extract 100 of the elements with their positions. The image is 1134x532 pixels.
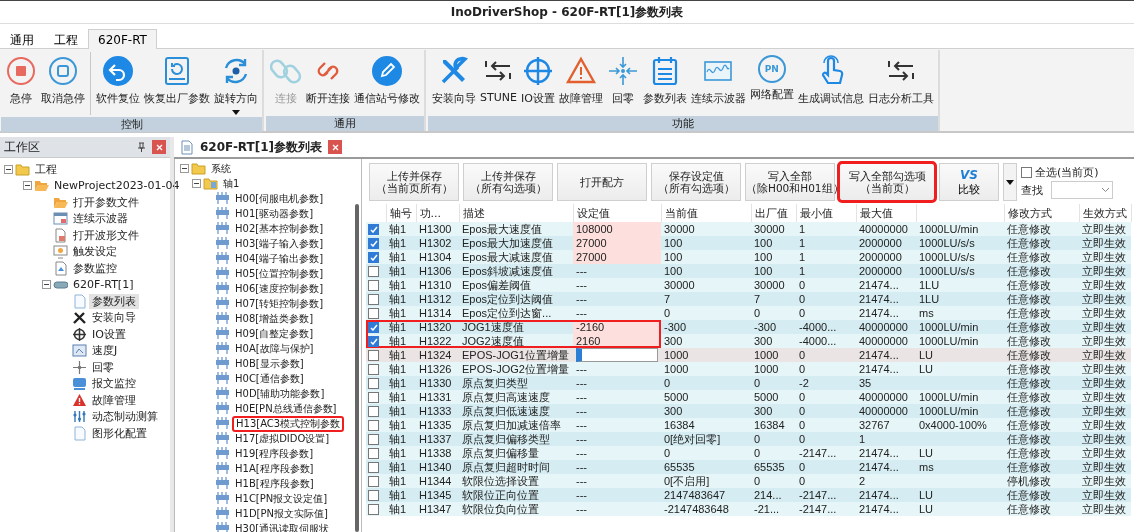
column-header[interactable]: 当前值 [661,204,751,222]
tree-item[interactable]: 报文监控 [89,376,139,392]
tree-item[interactable]: H05[位置控制参数] [232,266,327,281]
tree-item[interactable]: 620F-RT[1] [70,277,137,293]
tree-item[interactable]: 连续示波器 [70,211,131,227]
ribbon-button[interactable]: 断开连接 [304,52,352,114]
compare-button[interactable]: VS 比较 [939,163,999,201]
column-header[interactable]: 出厂值 [751,204,796,222]
checkbox[interactable] [1021,167,1032,178]
ribbon-button[interactable]: 故障管理 [556,52,605,114]
column-header[interactable]: 最大值 [856,204,916,222]
checkbox[interactable] [368,307,379,319]
tree-item[interactable]: H07[转矩控制参数] [232,296,327,311]
toolbar-button[interactable]: 写入全部勾选项 （当前页） [839,163,935,201]
toolbar-button[interactable]: 上传并保存 （所有勾选项） [463,163,553,201]
tree-item[interactable]: H1C[PN报文设定值] [232,491,331,506]
tree-item[interactable]: H17[虚拟DIDO设置] [232,431,333,446]
tree-item[interactable]: 动态制动测算 [89,409,161,425]
tree-item[interactable]: 参数列表 [89,293,139,309]
tree-item[interactable]: H03[端子输入参数] [232,236,327,251]
ribbon-button[interactable]: IO设置 [518,52,557,114]
tree-item[interactable]: 回零 [89,359,117,375]
checkbox[interactable] [368,503,379,515]
checkbox[interactable] [368,447,379,459]
checkbox[interactable] [368,237,379,249]
ribbon-button[interactable]: PN 网络配置 [747,52,796,114]
toolbar-button[interactable]: 打开配方 [557,163,647,201]
tree-item[interactable]: H1A[程序段参数] [232,461,317,476]
column-header[interactable]: 最小值 [796,204,856,222]
column-header[interactable]: 描述 [459,204,573,222]
tree-item[interactable]: H0E[PN总线通信参数] [232,401,340,416]
tree-item[interactable]: NewProject2023-01-04 [51,178,183,194]
tree-item[interactable]: 触发设定 [70,244,120,260]
ribbon-button[interactable]: STUNE [478,52,519,114]
tree-item[interactable]: H1B[程序段参数] [232,476,317,491]
tree-item[interactable]: H13[AC3模式控制参数 [232,415,345,432]
checkbox[interactable] [368,363,379,375]
checkbox[interactable] [368,391,379,403]
checkbox[interactable] [368,279,379,291]
tree-item[interactable]: 工程 [32,161,60,177]
close-button[interactable] [328,140,343,154]
checkbox[interactable] [368,321,379,333]
ribbon-tab[interactable]: 620F-RT [88,29,157,49]
tree-item[interactable]: IO设置 [89,326,129,342]
tree-item[interactable]: H0C[通信参数] [232,371,307,386]
checkbox[interactable] [368,433,379,445]
tree-item[interactable]: 轴1 [220,176,243,191]
checkbox[interactable] [368,223,379,235]
ribbon-button[interactable]: 恢复出厂参数 [142,52,212,115]
column-header[interactable]: 设定值 [573,204,661,222]
ribbon-button[interactable]: 旋转方向 [212,52,260,115]
close-button[interactable] [152,140,166,154]
column-header[interactable]: 功... [416,204,459,222]
checkbox[interactable] [368,265,379,277]
checkbox[interactable] [368,461,379,473]
ribbon-button[interactable]: 软件复位 [94,52,142,115]
tree-item[interactable]: H19[程序段参数] [232,446,317,461]
toolbar-button[interactable]: 上传并保存 （当前页所有） [369,163,459,201]
ribbon-button[interactable]: 日志分析工具 [865,52,936,114]
ribbon-button[interactable]: 急停 [3,52,39,115]
ribbon-button[interactable]: 参数列表 [640,52,689,114]
ribbon-button[interactable]: 连续示波器 [688,52,748,114]
checkbox[interactable] [368,251,379,263]
document-tab[interactable]: 620F-RT[1]参数列表 [200,138,323,156]
tree-item[interactable]: H01[驱动器参数] [232,206,317,221]
tree-item[interactable]: H06[速度控制参数] [232,281,327,296]
tree-item[interactable]: H02[基本控制参数] [232,221,327,236]
dropdown-button[interactable] [1003,163,1017,201]
tree-item[interactable]: 故障管理 [89,392,139,408]
checkbox[interactable] [368,293,379,305]
tree-item[interactable]: H09[自整定参数] [232,326,317,341]
tree-item[interactable]: 图形化配置 [89,425,150,441]
ribbon-button[interactable]: 回零 [604,52,641,114]
tree-item[interactable]: H0A[故障与保护] [232,341,317,356]
ribbon-button[interactable]: 取消急停 [39,52,87,115]
ribbon-tab[interactable]: 工程 [44,29,88,48]
checkbox[interactable] [368,377,379,389]
column-header[interactable]: 轴号 [386,204,416,222]
tree-item[interactable]: 速度J [89,343,121,359]
column-header[interactable]: 修改方式 [1004,204,1079,222]
checkbox[interactable] [368,475,379,487]
ribbon-button[interactable]: 安装向导 [430,52,478,114]
tree-item[interactable]: H0B[显示参数] [232,356,307,371]
tree-item[interactable]: H08[增益类参数] [232,311,317,326]
tree-item[interactable]: H04[端子输出参数] [232,251,327,266]
checkbox[interactable] [368,335,379,347]
ribbon-tab[interactable]: 通用 [0,29,44,48]
column-header[interactable]: 生效方式 [1079,204,1131,222]
checkbox[interactable] [368,419,379,431]
tree-item[interactable]: H0D[辅助功能参数] [232,386,328,401]
tree-item[interactable]: 打开波形文件 [70,227,142,243]
scrollbar[interactable] [355,204,359,532]
tree-item[interactable]: 打开参数文件 [70,194,142,210]
tree-item[interactable]: H00[伺服电机参数] [232,191,327,206]
tree-item[interactable]: H1D[PN报文实际值] [232,506,331,521]
checkbox[interactable] [368,349,379,361]
tree-item[interactable]: 系统 [208,161,234,176]
checkbox[interactable] [368,405,379,417]
checkbox[interactable] [368,489,379,501]
ribbon-button[interactable]: 通信站号修改 [352,52,422,114]
